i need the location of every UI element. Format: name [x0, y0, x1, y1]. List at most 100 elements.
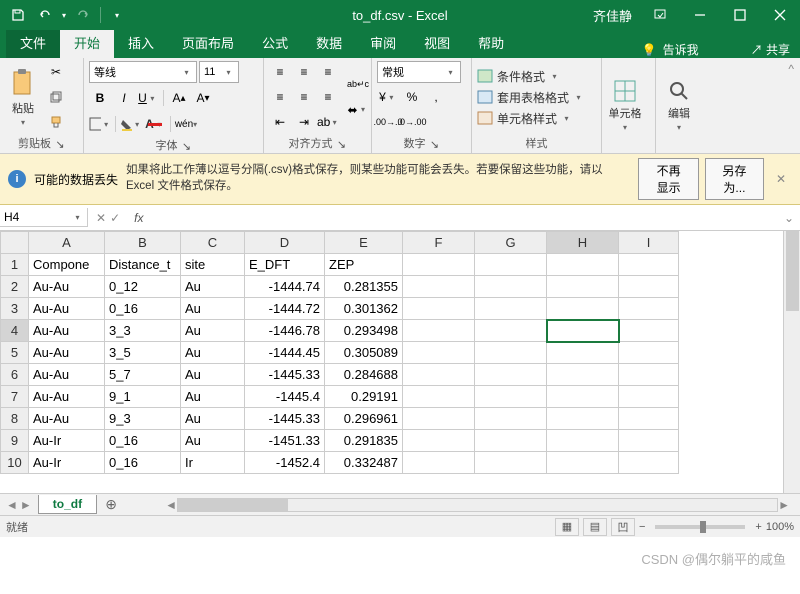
- row-header[interactable]: 1: [1, 254, 29, 276]
- maximize-button[interactable]: [720, 0, 760, 30]
- align-right-icon[interactable]: ≡: [317, 86, 339, 108]
- cell[interactable]: Au: [181, 276, 245, 298]
- tab-layout[interactable]: 页面布局: [168, 27, 248, 58]
- phonetic-icon[interactable]: wén▾: [175, 113, 197, 135]
- cell[interactable]: Au-Au: [29, 342, 105, 364]
- cell[interactable]: [619, 342, 679, 364]
- qat-customize-icon[interactable]: ▾: [105, 3, 129, 27]
- row-header[interactable]: 6: [1, 364, 29, 386]
- message-close-icon[interactable]: ✕: [770, 172, 792, 186]
- cell[interactable]: 0_12: [105, 276, 181, 298]
- shrink-font-icon[interactable]: A▾: [192, 87, 214, 109]
- column-header[interactable]: I: [619, 232, 679, 254]
- cell[interactable]: Au-Au: [29, 386, 105, 408]
- zoom-level[interactable]: 100%: [766, 521, 794, 533]
- cell[interactable]: [475, 452, 547, 474]
- cell[interactable]: -1452.4: [245, 452, 325, 474]
- cell[interactable]: [547, 452, 619, 474]
- number-format-select[interactable]: 常规▾: [377, 61, 461, 83]
- cell[interactable]: [547, 298, 619, 320]
- column-header[interactable]: C: [181, 232, 245, 254]
- undo-icon[interactable]: [32, 3, 56, 27]
- tab-file[interactable]: 文件: [6, 27, 60, 58]
- clipboard-launcher-icon[interactable]: ↘: [55, 138, 65, 148]
- cell[interactable]: 0.305089: [325, 342, 403, 364]
- font-color-icon[interactable]: A▾: [144, 113, 166, 135]
- tab-review[interactable]: 审阅: [356, 27, 410, 58]
- align-top-icon[interactable]: ≡: [269, 61, 291, 83]
- cell[interactable]: [547, 430, 619, 452]
- cell[interactable]: -1446.78: [245, 320, 325, 342]
- cell[interactable]: [475, 298, 547, 320]
- cell[interactable]: [403, 452, 475, 474]
- cell[interactable]: [403, 320, 475, 342]
- cell[interactable]: [403, 408, 475, 430]
- column-header[interactable]: F: [403, 232, 475, 254]
- cell[interactable]: Au-Ir: [29, 430, 105, 452]
- table-format-button[interactable]: 套用表格格式▾: [477, 88, 584, 107]
- cell[interactable]: Au: [181, 298, 245, 320]
- cell[interactable]: [475, 276, 547, 298]
- cell[interactable]: [619, 254, 679, 276]
- horizontal-scrollbar[interactable]: ◄ ►: [125, 498, 800, 512]
- cell[interactable]: -1445.33: [245, 364, 325, 386]
- cell[interactable]: [619, 386, 679, 408]
- cell[interactable]: Au-Au: [29, 276, 105, 298]
- comma-icon[interactable]: ,: [425, 86, 447, 108]
- borders-icon[interactable]: ▾: [89, 113, 111, 135]
- cell[interactable]: [403, 254, 475, 276]
- cell[interactable]: 3_5: [105, 342, 181, 364]
- cell[interactable]: Au-Au: [29, 364, 105, 386]
- minimize-button[interactable]: [680, 0, 720, 30]
- name-box[interactable]: H4▾: [0, 208, 88, 227]
- cell[interactable]: [547, 386, 619, 408]
- merge-center-icon[interactable]: ⬌▾: [345, 99, 371, 121]
- page-break-view-icon[interactable]: 凹: [611, 518, 635, 536]
- sheet-nav-next-icon[interactable]: ►: [20, 498, 32, 512]
- cell[interactable]: Au-Ir: [29, 452, 105, 474]
- tab-home[interactable]: 开始: [60, 27, 114, 58]
- editing-button[interactable]: 编辑▾: [661, 79, 697, 132]
- increase-decimal-icon[interactable]: .00→.0: [377, 111, 399, 133]
- italic-button[interactable]: I: [113, 87, 135, 109]
- cell[interactable]: -1445.4: [245, 386, 325, 408]
- page-layout-view-icon[interactable]: ▤: [583, 518, 607, 536]
- cell[interactable]: [403, 342, 475, 364]
- format-painter-icon[interactable]: [45, 111, 67, 133]
- cut-icon[interactable]: ✂: [45, 61, 67, 83]
- normal-view-icon[interactable]: ▦: [555, 518, 579, 536]
- cell[interactable]: [475, 254, 547, 276]
- grow-font-icon[interactable]: A▴: [168, 87, 190, 109]
- column-header[interactable]: H: [547, 232, 619, 254]
- cell[interactable]: Au: [181, 320, 245, 342]
- cells-button[interactable]: 单元格▾: [607, 79, 643, 132]
- row-header[interactable]: 9: [1, 430, 29, 452]
- cell[interactable]: [547, 276, 619, 298]
- cell[interactable]: Ir: [181, 452, 245, 474]
- decrease-decimal-icon[interactable]: .0→.00: [401, 111, 423, 133]
- cell[interactable]: Au: [181, 342, 245, 364]
- zoom-in-icon[interactable]: +: [755, 521, 761, 533]
- align-middle-icon[interactable]: ≡: [293, 61, 315, 83]
- row-header[interactable]: 8: [1, 408, 29, 430]
- cell[interactable]: Au-Au: [29, 320, 105, 342]
- cell[interactable]: Au: [181, 408, 245, 430]
- cell[interactable]: 0_16: [105, 298, 181, 320]
- cell[interactable]: [619, 452, 679, 474]
- zoom-slider[interactable]: [655, 525, 745, 529]
- cell[interactable]: 0_16: [105, 430, 181, 452]
- cell[interactable]: [619, 320, 679, 342]
- cell[interactable]: [547, 342, 619, 364]
- font-name-select[interactable]: 等线▾: [89, 61, 197, 83]
- cell[interactable]: 5_7: [105, 364, 181, 386]
- cell[interactable]: [547, 320, 619, 342]
- tab-insert[interactable]: 插入: [114, 27, 168, 58]
- cell[interactable]: [403, 430, 475, 452]
- save-icon[interactable]: [6, 3, 30, 27]
- row-header[interactable]: 2: [1, 276, 29, 298]
- formula-input[interactable]: [149, 205, 777, 230]
- cell[interactable]: Au: [181, 386, 245, 408]
- zoom-out-icon[interactable]: −: [639, 521, 645, 533]
- cell[interactable]: -1444.72: [245, 298, 325, 320]
- align-bottom-icon[interactable]: ≡: [317, 61, 339, 83]
